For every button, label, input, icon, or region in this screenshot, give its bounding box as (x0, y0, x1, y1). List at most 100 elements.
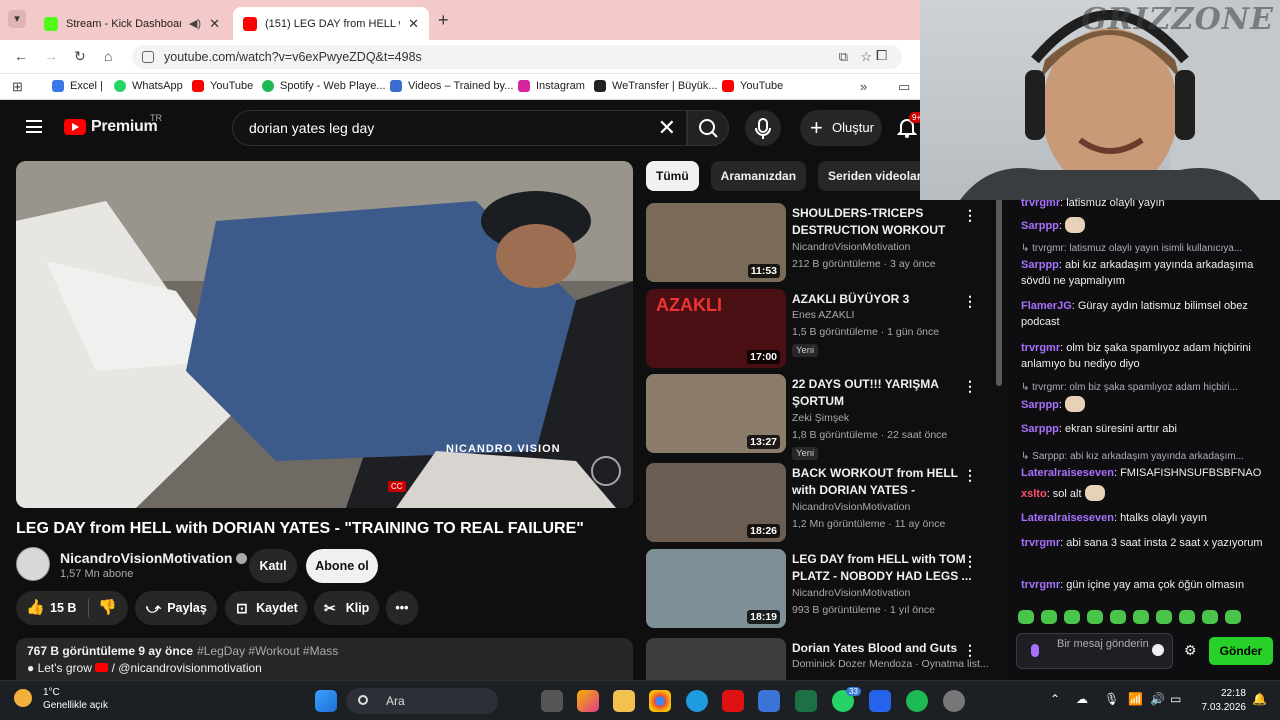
tab-kick-dashboard[interactable]: Stream - Kick Dashboard ◀) ✕ (34, 7, 230, 40)
clip-button[interactable]: ✂ Klip (314, 591, 379, 625)
channel-name[interactable]: NicandroVisionMotivation (60, 550, 248, 566)
recommendation-item[interactable]: 13:27 22 DAYS OUT!!! YARIŞMA ŞORTUM Zeki Ş… (646, 374, 991, 460)
apps-grid-icon[interactable]: ⊞ (12, 79, 23, 95)
chat-username[interactable]: FlamerJG (1021, 300, 1072, 312)
voice-search-button[interactable] (745, 110, 781, 146)
bookmark-trained-by[interactable]: Videos – Trained by... (390, 80, 513, 92)
emote-icon[interactable] (1087, 610, 1103, 624)
more-options-icon[interactable]: ⋮ (963, 378, 977, 395)
chat-username[interactable]: trvrgmr (1021, 342, 1060, 354)
more-options-icon[interactable]: ⋮ (963, 293, 977, 310)
chip-series[interactable]: Seriden videolar (818, 161, 932, 191)
menu-icon[interactable] (26, 120, 42, 133)
store-icon[interactable] (758, 690, 780, 712)
microphone-tray-icon[interactable]: 🎙 (1104, 692, 1119, 706)
chat-input[interactable]: Bir mesaj gönderin (1016, 633, 1173, 669)
hashtags[interactable]: #LegDay #Workout #Mass (197, 644, 338, 658)
more-options-icon[interactable]: ⋮ (963, 553, 977, 570)
subscribe-button[interactable]: Abone ol (306, 549, 378, 583)
spotify-icon[interactable] (906, 690, 928, 712)
back-icon[interactable]: ← (14, 48, 28, 64)
chat-reply-preview[interactable]: ↳ trvrgmr: latismuz olaylı yayın isimli … (1021, 243, 1266, 254)
recommendation-item[interactable]: 18:26 BACK WORKOUT from HELL with DORIAN … (646, 463, 991, 543)
video-thumbnail[interactable]: AZAKLI 17:00 (646, 289, 786, 368)
chat-username[interactable]: xslto (1021, 488, 1047, 500)
emote-icon[interactable] (1110, 610, 1126, 624)
speaker-icon[interactable]: ◀) (189, 17, 201, 30)
recommendation-title[interactable]: AZAKLI BÜYÜYOR 3 (792, 291, 972, 308)
recommendation-title[interactable]: 22 DAYS OUT!!! YARIŞMA ŞORTUM (792, 376, 972, 410)
bookmark-excel[interactable]: Excel | (52, 80, 103, 92)
reload-icon[interactable]: ↻ (74, 48, 86, 65)
like-count[interactable]: 15 B (50, 591, 76, 625)
tab-search-icon[interactable]: ▾ (8, 10, 26, 28)
install-app-icon[interactable]: ⧉ (839, 45, 848, 69)
obs-icon[interactable] (943, 690, 965, 712)
recommendation-channel[interactable]: Zeki Şimşek (792, 412, 849, 424)
channel-watermark-icon[interactable] (591, 456, 621, 486)
recommendation-channel[interactable]: NicandroVisionMotivation (792, 501, 910, 513)
more-actions-button[interactable]: ••• (386, 591, 418, 625)
like-icon[interactable]: 👍 (26, 591, 45, 625)
chat-username[interactable]: Sarppp (1021, 259, 1059, 271)
recommendation-item[interactable]: 18:19 LEG DAY from HELL with TOM PLATZ - … (646, 549, 991, 629)
recommendation-channel[interactable]: Dominick Dozer Mendoza · Oynatma list... (792, 658, 989, 670)
site-info-icon[interactable] (142, 51, 154, 63)
notification-center-icon[interactable]: 🔔 (1252, 692, 1267, 706)
tab-youtube-video[interactable]: (151) LEG DAY from HELL with D ✕ (233, 7, 429, 40)
bookmark-wetransfer[interactable]: WeTransfer | Büyük... (594, 80, 718, 92)
bookmark-instagram[interactable]: Instagram (518, 80, 585, 92)
extensions-icon[interactable]: ⧠ (876, 47, 887, 64)
emote-icon[interactable] (1179, 610, 1195, 624)
create-button[interactable]: + Oluştur (800, 110, 882, 146)
emoji-icon[interactable] (1152, 644, 1164, 656)
system-clock[interactable]: 22:18 7.03.2026 (1190, 687, 1247, 715)
chip-from-search[interactable]: Aramanızdan (710, 161, 807, 191)
recommendation-title[interactable]: LEG DAY from HELL with TOM PLATZ - NOBOD… (792, 551, 972, 585)
recommendation-item[interactable]: AZAKLI 17:00 AZAKLI BÜYÜYOR 3 Enes AZAKLI 1,… (646, 289, 991, 369)
edge-icon[interactable] (686, 690, 708, 712)
new-tab-button[interactable]: + (438, 10, 449, 31)
send-button[interactable]: Gönder (1209, 637, 1273, 665)
channel-avatar[interactable] (16, 547, 50, 581)
clear-search-icon[interactable]: ✕ (658, 111, 676, 145)
excel-icon[interactable] (795, 690, 817, 712)
home-icon[interactable]: ⌂ (104, 48, 112, 64)
emote-icon[interactable] (1041, 610, 1057, 624)
recommendation-title[interactable]: BACK WORKOUT from HELL with DORIAN YATES… (792, 465, 972, 499)
bookmark-spotify[interactable]: Spotify - Web Playe... (262, 80, 386, 92)
emote-icon[interactable] (1202, 610, 1218, 624)
chip-all[interactable]: Tümü (646, 161, 699, 191)
microphone-icon[interactable] (1031, 644, 1039, 657)
video-player[interactable]: NICANDRO VISION CC (16, 161, 633, 508)
cloud-icon[interactable]: ☁ (1076, 692, 1088, 706)
weather-widget[interactable]: 1°C Genellikle açık (14, 686, 108, 712)
chat-username[interactable]: Lateralraiseseven (1021, 512, 1114, 524)
volume-icon[interactable]: 🔊 (1150, 692, 1165, 706)
save-button[interactable]: ⊡ Kaydet (225, 591, 307, 625)
dislike-icon[interactable]: 👎 (98, 591, 117, 625)
bookmark-youtube-2[interactable]: YouTube (722, 80, 783, 92)
chrome-icon[interactable] (649, 690, 671, 712)
recommendations-scrollbar[interactable] (996, 196, 1002, 386)
video-thumbnail[interactable]: 11:53 (646, 203, 786, 282)
chat-reply-preview[interactable]: ↳ trvrgmr: olm biz şaka spamlıyoz adam h… (1021, 382, 1266, 393)
bookmark-whatsapp[interactable]: WhatsApp (114, 80, 183, 92)
file-explorer-icon[interactable] (613, 690, 635, 712)
gear-icon[interactable]: ⚙ (1184, 642, 1197, 659)
recommendation-item[interactable]: 11:53 SHOULDERS-TRICEPS DESTRUCTION WORKO… (646, 203, 991, 283)
url-field[interactable]: youtube.com/watch?v=v6exPwyeZDQ&t=498s ⧉… (132, 45, 902, 69)
captions-badge[interactable]: CC (388, 481, 406, 492)
taskbar-search[interactable]: Ara (346, 688, 498, 714)
forward-icon[interactable]: → (44, 48, 58, 64)
share-button[interactable]: ⤻ Paylaş (135, 591, 217, 625)
join-button[interactable]: Katıl (249, 549, 297, 583)
recommendation-channel[interactable]: NicandroVisionMotivation (792, 587, 910, 599)
emote-icon[interactable] (1018, 610, 1034, 624)
more-options-icon[interactable]: ⋮ (963, 642, 977, 659)
emote-icon[interactable] (1064, 610, 1080, 624)
netflix-icon[interactable] (722, 690, 744, 712)
recommendation-title[interactable]: Dorian Yates Blood and Guts (792, 640, 972, 657)
chat-username[interactable]: Sarppp (1021, 423, 1059, 435)
emote-icon[interactable] (1156, 610, 1172, 624)
